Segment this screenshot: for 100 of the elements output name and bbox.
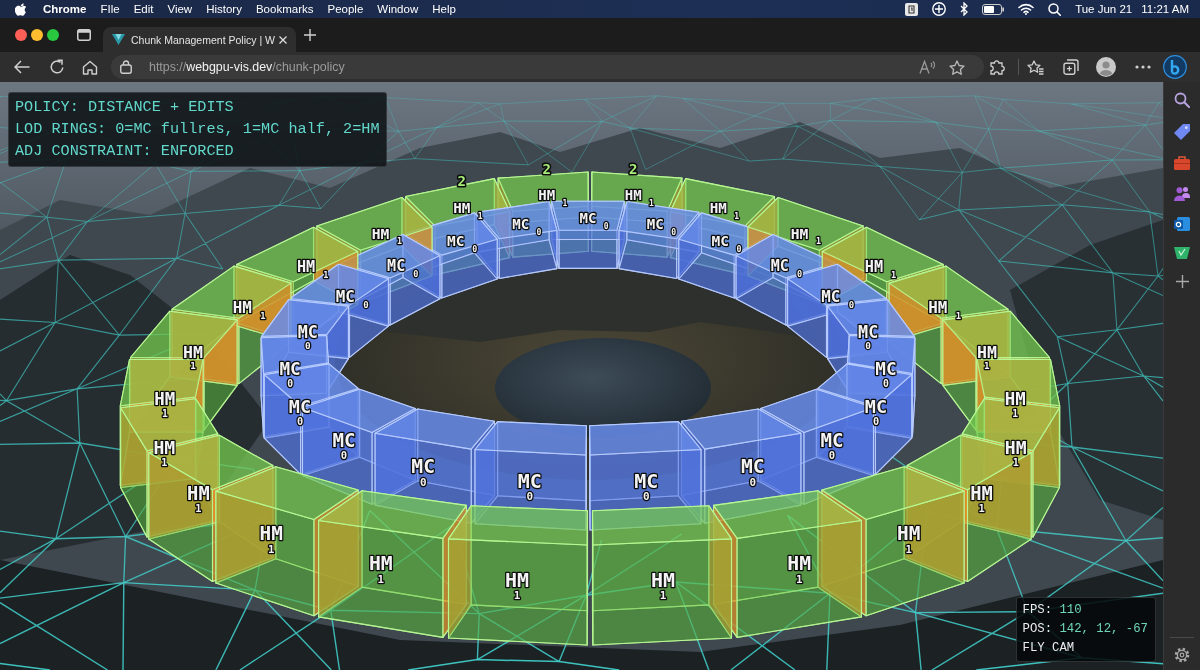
chunk-label: HM — [897, 522, 921, 545]
chunk-label: MC — [517, 468, 542, 493]
chunk-label: HM — [709, 200, 727, 217]
chunk-label: MC — [820, 428, 844, 452]
chunk-label: MC — [288, 395, 312, 417]
chunk-label: MC — [711, 232, 729, 249]
lod-digit: 1 — [477, 211, 483, 222]
lod-digit: 0 — [796, 268, 803, 279]
lod-digit: 1 — [1012, 456, 1019, 468]
lod-digit: 1 — [978, 502, 985, 515]
read-aloud-icon[interactable] — [919, 60, 936, 74]
chunk-label: HM — [1004, 389, 1026, 410]
circular-arrow-icon[interactable] — [49, 59, 65, 75]
lod-digit: 0 — [363, 300, 369, 311]
plus-icon[interactable] — [1175, 275, 1189, 288]
apple-icon[interactable] — [15, 2, 26, 16]
star-icon[interactable] — [949, 59, 965, 75]
tile-icon[interactable] — [905, 2, 919, 16]
menu-bar-clock[interactable]: 11:21 AM — [1141, 3, 1189, 15]
chunk-label: HM — [453, 200, 471, 217]
chunk-label: HM — [368, 552, 393, 576]
house-icon[interactable] — [82, 59, 98, 75]
tab-actions-icon[interactable] — [77, 29, 91, 41]
lod-digit: 1 — [955, 310, 962, 321]
lod-digit: 0 — [413, 268, 419, 279]
info-line: LOD RINGS: 0=MC fullres, 1=MC half, 2=HM — [15, 119, 380, 140]
lod-digit: 0 — [848, 300, 855, 311]
minimize-window-button[interactable] — [31, 29, 43, 41]
close-icon[interactable] — [279, 35, 287, 44]
search-icon[interactable] — [1048, 2, 1062, 16]
app-menu[interactable]: Chrome — [43, 0, 87, 18]
lod-digit: 1 — [984, 359, 990, 371]
chunk-label: MC — [335, 287, 355, 307]
settings-icon[interactable] — [1174, 647, 1190, 663]
maximize-window-button[interactable] — [47, 29, 59, 41]
address-field[interactable]: https://webgpu-vis.dev/chunk-policy — [111, 55, 984, 79]
lod-digit: 1 — [891, 270, 897, 281]
menu-bar-date[interactable]: Tue Jun 21 — [1075, 3, 1133, 15]
menu-item[interactable]: Bookmarks — [255, 0, 314, 18]
battery-icon[interactable] — [982, 3, 1005, 15]
chunk-label: MC — [858, 321, 879, 342]
lod-digit: 0 — [828, 449, 836, 462]
chunk-label: HM — [296, 257, 316, 276]
puzzle-icon[interactable] — [989, 59, 1005, 75]
padlock-icon[interactable] — [120, 60, 132, 74]
chunk-label: MC — [387, 256, 406, 275]
lod-digit: 0 — [419, 475, 427, 489]
lod-digit: 1 — [1012, 407, 1019, 419]
chunk-label: HM — [187, 482, 210, 504]
arrow-left-icon[interactable] — [14, 60, 30, 74]
lod-digit: 1 — [659, 589, 667, 603]
lod-digit: 0 — [643, 490, 650, 504]
menu-item[interactable]: Help — [432, 0, 456, 18]
basket-icon[interactable] — [1174, 247, 1190, 259]
lod-digit: 1 — [268, 542, 275, 556]
hud-label: FPS: — [1022, 602, 1053, 619]
chunk-label: MC — [634, 468, 659, 493]
lod-digit: 1 — [195, 502, 202, 515]
wifi-icon[interactable] — [1018, 3, 1035, 15]
stacked-squares-icon[interactable] — [1063, 59, 1079, 75]
info-line: POLICY: DISTANCE + EDITS — [15, 97, 235, 118]
chunk-label: HM — [1004, 437, 1027, 458]
chunk-label: MC — [411, 454, 436, 478]
lod-digit: 0 — [865, 339, 872, 351]
lod-digit: 0 — [304, 339, 311, 351]
close-window-button[interactable] — [15, 29, 27, 41]
lod-digit: 1 — [816, 236, 821, 246]
menu-item[interactable]: History — [206, 0, 242, 18]
ellipsis-icon[interactable] — [1135, 65, 1151, 69]
chunk-label: HM — [183, 342, 204, 362]
lod-digit: 0 — [736, 243, 742, 254]
mail-icon[interactable] — [1174, 217, 1190, 231]
menu-item[interactable]: FIle — [100, 0, 120, 18]
chunk-label: MC — [770, 256, 789, 275]
search-icon[interactable] — [1174, 92, 1190, 108]
hud-label: POS: — [1022, 621, 1053, 638]
chunk-label: HM — [154, 389, 176, 410]
circle-plus-icon[interactable] — [932, 2, 947, 16]
lod-digit: 1 — [323, 270, 329, 281]
chunk-label: MC — [447, 232, 465, 249]
lod-digit: 1 — [905, 542, 912, 556]
logo-icon[interactable] — [1163, 55, 1187, 79]
chunk-label: HM — [976, 342, 997, 362]
menu-item[interactable]: Edit — [133, 0, 154, 18]
chunk-label: MC — [821, 287, 841, 307]
menu-item[interactable]: People — [327, 0, 364, 18]
plus-icon[interactable] — [304, 29, 316, 41]
hud-value: 142, 12, -67 — [1059, 621, 1148, 638]
browser-tab[interactable]: Chunk Management Policy | W — [103, 27, 296, 52]
tag-icon[interactable] — [1174, 124, 1190, 140]
menu-item[interactable]: View — [167, 0, 193, 18]
bluetooth-icon[interactable] — [960, 2, 969, 16]
avatar-icon[interactable] — [1096, 57, 1116, 77]
briefcase-icon[interactable] — [1174, 156, 1190, 170]
menu-item[interactable]: Window — [377, 0, 419, 18]
people-icon[interactable] — [1174, 186, 1190, 201]
hud-value: 110 — [1059, 602, 1082, 619]
star-list-icon[interactable] — [1027, 59, 1044, 75]
lod-digit: 1 — [190, 359, 196, 371]
lod-digit: 0 — [749, 475, 757, 489]
